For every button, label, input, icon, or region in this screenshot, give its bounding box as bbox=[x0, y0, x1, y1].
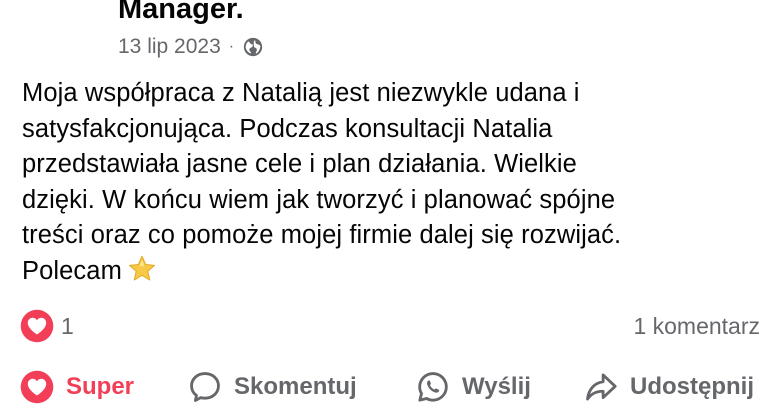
reaction-count: 1 bbox=[61, 312, 74, 339]
share-label: Udostępnij bbox=[630, 373, 754, 400]
comments-count[interactable]: 1 komentarz bbox=[633, 309, 760, 343]
whatsapp-icon bbox=[418, 372, 448, 402]
post-date[interactable]: 13 lip 2023 bbox=[118, 33, 221, 61]
comment-icon bbox=[190, 372, 220, 402]
share-button[interactable]: Udostępnij bbox=[584, 370, 754, 404]
globe-icon bbox=[243, 37, 263, 57]
love-reaction-icon bbox=[20, 309, 54, 343]
post-body: Moja współpraca z Natalią jest niezwykle… bbox=[22, 76, 752, 289]
post-meta: 13 lip 2023 · bbox=[118, 33, 264, 61]
post-actions: Super Skomentuj Wyślij Udostępnij bbox=[0, 370, 768, 418]
comment-label: Skomentuj bbox=[234, 373, 357, 400]
send-label: Wyślij bbox=[462, 373, 531, 400]
super-button[interactable]: Super bbox=[20, 370, 134, 404]
share-arrow-icon bbox=[586, 373, 617, 401]
super-label: Super bbox=[66, 373, 135, 400]
star-icon bbox=[128, 255, 155, 280]
meta-separator: · bbox=[228, 38, 235, 55]
send-button[interactable]: Wyślij bbox=[416, 370, 531, 404]
comment-button[interactable]: Skomentuj bbox=[188, 370, 357, 404]
post-author[interactable]: Manager. bbox=[118, 0, 244, 26]
reactions-summary[interactable]: 1 bbox=[20, 309, 74, 343]
heart-icon bbox=[20, 370, 54, 404]
post-text: Moja współpraca z Natalią jest niezwykle… bbox=[22, 79, 622, 285]
